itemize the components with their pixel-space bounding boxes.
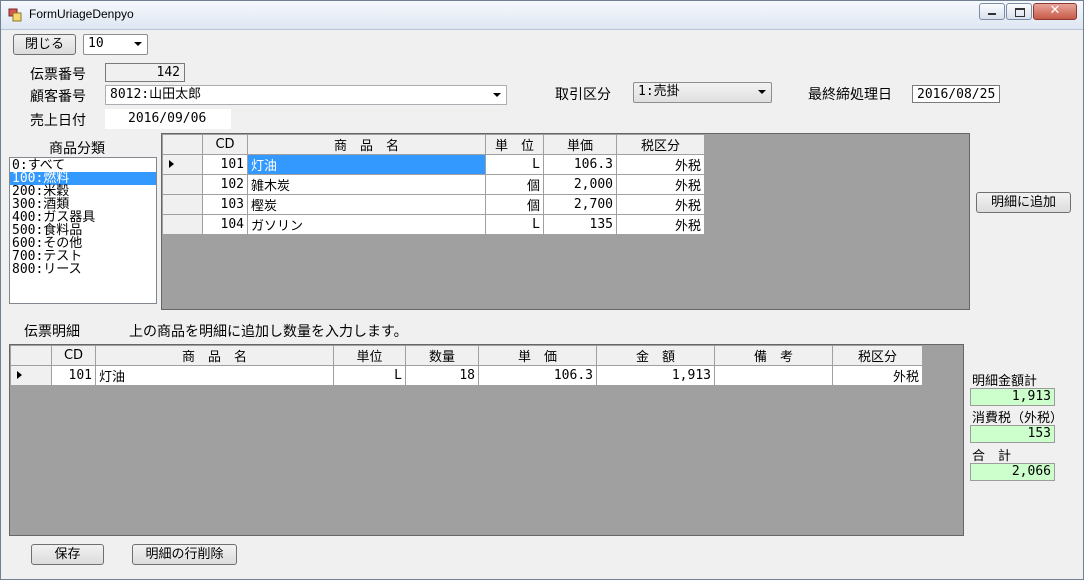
app-window: FormUriageDenpyo ✕ 閉じる 10 伝票番号 142 顧客番号 … xyxy=(0,0,1084,580)
table-row[interactable]: 103 樫炭個 2,700 外税 xyxy=(162,194,705,215)
column-header[interactable]: 税区分 xyxy=(616,134,705,155)
table-cell[interactable]: ガソリン xyxy=(247,214,486,235)
column-header[interactable]: 単位 xyxy=(333,345,406,366)
table-cell[interactable]: 外税 xyxy=(832,365,923,386)
column-header[interactable]: 単 位 xyxy=(485,134,544,155)
table-cell[interactable]: 1,913 xyxy=(596,365,715,386)
detail-grid[interactable]: CD 商 品 名単位 数量単 価金 額備 考税区分 101 灯油 L 18 106.3 1,9… xyxy=(9,344,964,536)
count-select-value: 10 xyxy=(88,36,104,51)
table-cell[interactable]: 101 xyxy=(202,154,248,175)
close-icon: ✕ xyxy=(1049,3,1061,18)
table-row[interactable]: 102 雑木炭個 2,000 外税 xyxy=(162,174,705,195)
row-header[interactable] xyxy=(10,365,52,386)
table-cell[interactable]: 外税 xyxy=(616,194,705,215)
table-cell[interactable]: 灯油 xyxy=(95,365,334,386)
category-listbox[interactable]: 0:すべて 100:燃料 200:米穀 300:酒類 400:ガス器具 500:食料品 60… xyxy=(9,157,157,304)
column-header[interactable]: CD xyxy=(202,134,248,155)
row-header[interactable] xyxy=(162,214,203,235)
trade-type-label: 取引区分 xyxy=(555,87,611,103)
close-window-button[interactable]: ✕ xyxy=(1033,3,1077,20)
table-cell[interactable]: 個 xyxy=(485,174,544,195)
table-cell[interactable]: L xyxy=(333,365,406,386)
maximize-button[interactable] xyxy=(1006,3,1032,20)
table-cell[interactable]: 106.3 xyxy=(478,365,597,386)
category-item[interactable]: 800:リース xyxy=(10,263,156,276)
table-cell[interactable]: 個 xyxy=(485,194,544,215)
table-cell[interactable]: 雑木炭 xyxy=(247,174,486,195)
subtotal-value: 1,913 xyxy=(970,388,1055,406)
tax-label: 消費税（外税） xyxy=(972,411,1064,426)
current-row-icon xyxy=(17,371,22,379)
table-row[interactable]: 101 灯油 L 18 106.3 1,913 外税 xyxy=(10,365,923,386)
table-cell[interactable]: 135 xyxy=(543,214,617,235)
table-cell[interactable]: 外税 xyxy=(616,154,705,175)
detail-label: 伝票明細 xyxy=(24,324,80,340)
trade-type-select-value: 1:売掛 xyxy=(638,84,680,99)
column-header[interactable]: 金 額 xyxy=(596,345,715,366)
window-title: FormUriageDenpyo xyxy=(29,7,134,21)
column-header[interactable]: CD xyxy=(51,345,96,366)
category-label: 商品分類 xyxy=(49,141,105,157)
table-cell[interactable] xyxy=(714,365,833,386)
table-cell[interactable]: 18 xyxy=(405,365,479,386)
table-cell[interactable]: 103 xyxy=(202,194,248,215)
subtotal-label: 明細金額計 xyxy=(972,374,1038,389)
denpyo-no-field[interactable]: 142 xyxy=(105,63,185,82)
row-header[interactable] xyxy=(162,154,203,175)
customer-select-value: 8012:山田太郎 xyxy=(110,87,202,102)
grid-corner xyxy=(10,345,52,366)
total-label: 合 計 xyxy=(972,449,1012,464)
table-cell[interactable]: 101 xyxy=(51,365,96,386)
sales-date-field[interactable]: 2016/09/06 xyxy=(105,109,231,129)
table-cell[interactable]: 2,700 xyxy=(543,194,617,215)
column-header[interactable]: 商 品 名 xyxy=(95,345,334,366)
chevron-down-icon xyxy=(493,93,501,97)
table-cell[interactable]: L xyxy=(485,154,544,175)
table-cell[interactable]: 106.3 xyxy=(543,154,617,175)
column-header[interactable]: 商 品 名 xyxy=(247,134,486,155)
row-header[interactable] xyxy=(162,174,203,195)
minimize-button[interactable] xyxy=(979,3,1005,20)
total-value: 2,066 xyxy=(970,463,1055,481)
chevron-down-icon xyxy=(134,42,142,46)
product-grid[interactable]: CD 商 品 名単 位単価 税区分 101 灯油 L 106.3 外税 102 雑木炭個 2,00… xyxy=(161,133,970,310)
add-to-detail-button[interactable]: 明細に追加 xyxy=(976,192,1071,213)
detail-hint: 上の商品を明細に追加し数量を入力します。 xyxy=(129,324,408,340)
table-cell[interactable]: 2,000 xyxy=(543,174,617,195)
chevron-down-icon xyxy=(758,90,766,94)
table-row[interactable]: 101 灯油 L 106.3 外税 xyxy=(162,154,705,175)
customer-select[interactable]: 8012:山田太郎 xyxy=(105,85,507,105)
sales-date-label: 売上日付 xyxy=(30,113,86,129)
customer-label: 顧客番号 xyxy=(30,89,86,105)
tax-value: 153 xyxy=(970,425,1055,443)
column-header[interactable]: 単価 xyxy=(543,134,617,155)
closing-date-label: 最終締処理日 xyxy=(808,87,892,103)
table-cell[interactable]: L xyxy=(485,214,544,235)
table-row[interactable]: 104 ガソリン L 135 外税 xyxy=(162,214,705,235)
delete-row-button[interactable]: 明細の行削除 xyxy=(132,544,237,565)
close-button[interactable]: 閉じる xyxy=(13,34,76,55)
current-row-icon xyxy=(169,160,174,168)
column-header[interactable]: 税区分 xyxy=(832,345,923,366)
table-cell[interactable]: 外税 xyxy=(616,214,705,235)
table-cell[interactable]: 104 xyxy=(202,214,248,235)
app-icon xyxy=(8,8,22,22)
save-button[interactable]: 保存 xyxy=(31,544,104,565)
column-header[interactable]: 単 価 xyxy=(478,345,597,366)
count-select[interactable]: 10 xyxy=(83,34,148,55)
closing-date-field: 2016/08/25 xyxy=(912,85,1000,103)
trade-type-select[interactable]: 1:売掛 xyxy=(633,82,772,103)
title-bar[interactable]: FormUriageDenpyo ✕ xyxy=(1,1,1083,30)
table-cell[interactable]: 灯油 xyxy=(247,154,486,175)
denpyo-no-label: 伝票番号 xyxy=(30,67,86,83)
column-header[interactable]: 備 考 xyxy=(714,345,833,366)
table-cell[interactable]: 102 xyxy=(202,174,248,195)
table-cell[interactable]: 外税 xyxy=(616,174,705,195)
grid-corner xyxy=(162,134,203,155)
column-header[interactable]: 数量 xyxy=(405,345,479,366)
row-header[interactable] xyxy=(162,194,203,215)
table-cell[interactable]: 樫炭 xyxy=(247,194,486,215)
